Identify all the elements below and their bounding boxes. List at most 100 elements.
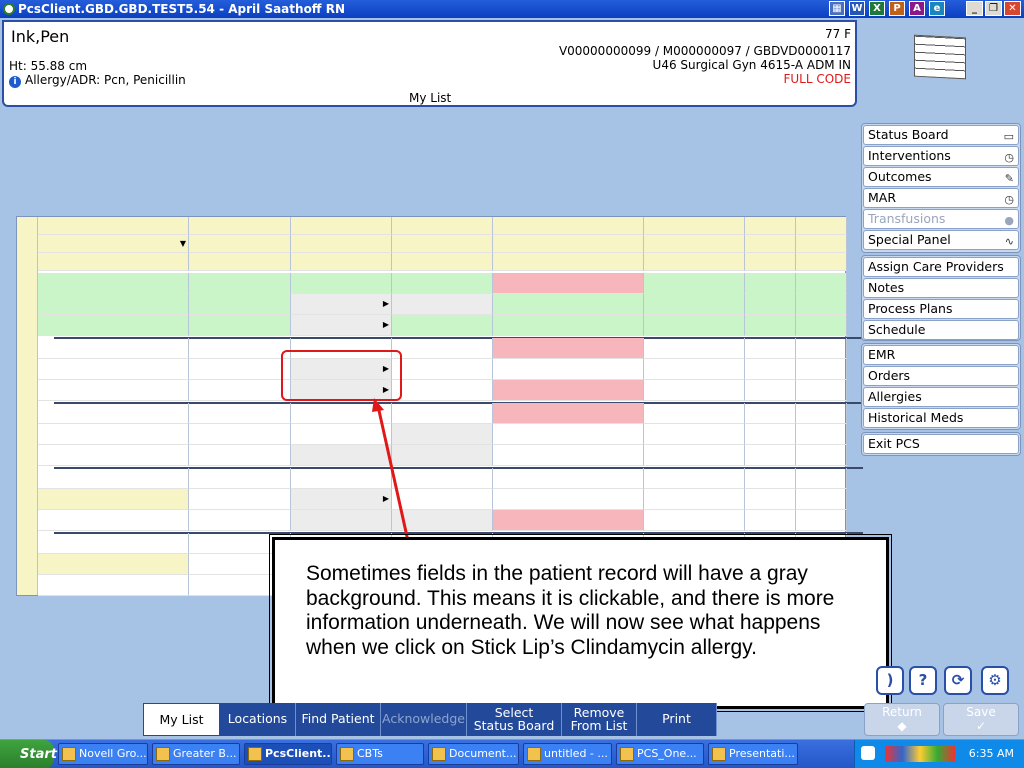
taskbar-item-label: PcsClient...: [265, 747, 332, 760]
taskbar-item[interactable]: Novell Gro...: [58, 743, 148, 765]
sidebar-item-label: Status Board: [868, 127, 949, 142]
help-button[interactable]: ?: [909, 666, 937, 695]
sidebar-item-mar[interactable]: MAR ◷: [863, 188, 1019, 208]
bottom-tab-bar: My List Locations Find Patient Acknowledge S…: [143, 703, 717, 736]
grid-cell: [493, 445, 644, 466]
column-header[interactable]: [745, 217, 796, 235]
taskbar-item[interactable]: untitled - ...: [523, 743, 612, 765]
sidebar-item-allergies[interactable]: Allergies: [863, 387, 1019, 407]
sidebar-item-label: Allergies: [868, 389, 922, 404]
save-button[interactable]: Save ✓: [943, 703, 1019, 736]
taskbar-item[interactable]: Presentati...: [708, 743, 798, 765]
sort-dropdown-icon[interactable]: ▼: [180, 235, 186, 252]
tab-remove-from-list[interactable]: Remove From List: [562, 703, 637, 736]
column-header[interactable]: [644, 253, 745, 271]
grid-cell: [291, 273, 392, 294]
column-header[interactable]: [745, 253, 796, 271]
column-header[interactable]: [392, 217, 493, 235]
app-icon: [248, 747, 262, 761]
sidebar-item-label: Notes: [868, 280, 905, 295]
drop-icon: ●: [1004, 214, 1014, 227]
sidebar-item-emr[interactable]: EMR: [863, 345, 1019, 365]
app-icon: [340, 747, 354, 761]
tab-find-patient[interactable]: Find Patient: [296, 703, 381, 736]
grid-cell: [38, 489, 189, 510]
sidebar-item-notes[interactable]: Notes: [863, 278, 1019, 298]
sidebar-item-outcomes[interactable]: Outcomes ✎: [863, 167, 1019, 187]
expand-arrow-icon[interactable]: ▶: [383, 315, 389, 335]
column-header[interactable]: [189, 217, 291, 235]
start-button[interactable]: Start: [0, 740, 57, 768]
column-header[interactable]: [796, 253, 847, 271]
expand-arrow-icon[interactable]: ▶: [383, 294, 389, 314]
sidebar-item-interventions[interactable]: Interventions ◷: [863, 146, 1019, 166]
sidebar-item-exit-pcs[interactable]: Exit PCS: [863, 434, 1019, 454]
tab-locations[interactable]: Locations: [220, 703, 296, 736]
column-header[interactable]: [291, 235, 392, 253]
app-quick-icon[interactable]: ▦: [829, 1, 845, 16]
grid-cell: [189, 489, 291, 510]
taskbar-item[interactable]: Document...: [428, 743, 519, 765]
grid-cell[interactable]: [392, 294, 493, 315]
column-header[interactable]: [796, 217, 847, 235]
column-header[interactable]: [493, 217, 644, 235]
tab-print[interactable]: Print: [637, 703, 717, 736]
tab-select-status-board[interactable]: Select Status Board: [467, 703, 562, 736]
grid-cell: [493, 424, 644, 445]
grid-cell: [796, 468, 847, 489]
grid-cell: [189, 445, 291, 466]
column-header[interactable]: [644, 217, 745, 235]
grid-cell: [392, 273, 493, 294]
grid-cell: [38, 403, 189, 424]
grid-cell: [796, 445, 847, 466]
sidebar-item-schedule[interactable]: Schedule: [863, 320, 1019, 340]
sidebar-item-orders[interactable]: Orders: [863, 366, 1019, 386]
refresh-button[interactable]: ⟳: [944, 666, 972, 695]
column-header[interactable]: [38, 217, 189, 235]
grid-cell: [796, 403, 847, 424]
taskbar-item[interactable]: PCS_One...: [616, 743, 704, 765]
grid-cell: [493, 338, 644, 359]
column-header[interactable]: [745, 235, 796, 253]
clock-icon: ◷: [1004, 151, 1014, 164]
tray-icons[interactable]: [885, 746, 955, 762]
return-button[interactable]: Return ◆: [864, 703, 940, 736]
tab-my-list[interactable]: My List: [143, 703, 220, 736]
column-header[interactable]: [38, 253, 189, 271]
column-header[interactable]: [189, 235, 291, 253]
column-header[interactable]: [644, 235, 745, 253]
patient-allergy[interactable]: i Allergy/ADR: Pcn, Penicillin: [9, 73, 186, 88]
system-tray: 6:35 AM: [854, 740, 1024, 768]
grid-cell[interactable]: ▶: [291, 294, 392, 315]
column-header[interactable]: [493, 235, 644, 253]
misc-button[interactable]: ): [876, 666, 904, 695]
help-tray-icon[interactable]: [861, 746, 875, 760]
patient-height: Ht: 55.88 cm: [9, 59, 88, 73]
grid-cell: [745, 338, 796, 359]
sidebar-item-status-board[interactable]: Status Board ▭: [863, 125, 1019, 145]
taskbar-item[interactable]: PcsClient...: [244, 743, 332, 765]
patient-name: Ink,Pen: [11, 27, 70, 46]
sidebar-item-assign-care-providers[interactable]: Assign Care Providers: [863, 257, 1019, 277]
settings-button[interactable]: ⚙: [981, 666, 1009, 695]
column-header[interactable]: [189, 253, 291, 271]
column-header[interactable]: [291, 217, 392, 235]
app-icon: [3, 3, 15, 15]
column-header[interactable]: [392, 235, 493, 253]
grid-cell: [38, 315, 189, 336]
column-header[interactable]: [291, 253, 392, 271]
taskbar-item[interactable]: Greater B...: [152, 743, 240, 765]
sidebar-item-label: Transfusions: [868, 211, 946, 226]
sidebar-item-process-plans[interactable]: Process Plans: [863, 299, 1019, 319]
grid-cell: [644, 468, 745, 489]
sidebar-item-historical-meds[interactable]: Historical Meds: [863, 408, 1019, 428]
taskbar-item[interactable]: CBTs: [336, 743, 424, 765]
grid-cell[interactable]: ▶: [291, 315, 392, 336]
sidebar-item-transfusions: Transfusions ●: [863, 209, 1019, 229]
column-header[interactable]: [392, 253, 493, 271]
column-header[interactable]: [493, 253, 644, 271]
app-icon: [156, 747, 170, 761]
sidebar-item-special-panel[interactable]: Special Panel ∿: [863, 230, 1019, 250]
column-header[interactable]: ▼: [38, 235, 189, 253]
column-header[interactable]: [796, 235, 847, 253]
